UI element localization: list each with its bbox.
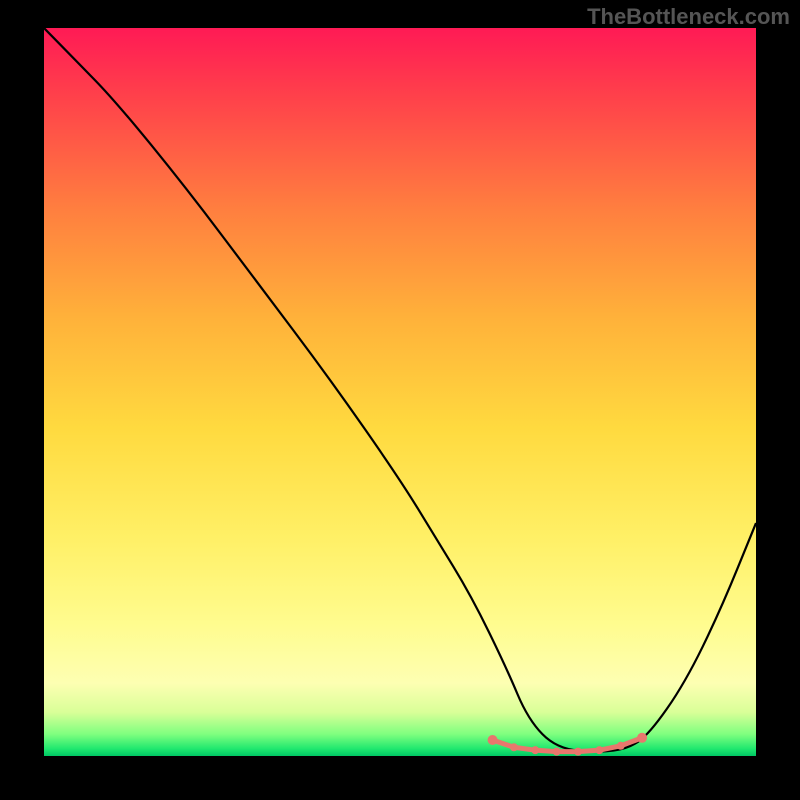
- valley-marker-dot: [574, 748, 582, 756]
- valley-marker-dot: [488, 735, 498, 745]
- valley-marker-dot: [553, 748, 561, 756]
- valley-marker-dot: [531, 746, 539, 754]
- valley-marker-dot: [617, 742, 625, 750]
- valley-marker-dot: [637, 733, 647, 743]
- valley-marker-dot: [595, 746, 603, 754]
- bottleneck-curve-path: [44, 28, 756, 751]
- watermark-text: TheBottleneck.com: [587, 4, 790, 30]
- valley-marker-group: [488, 733, 648, 756]
- chart-svg: [44, 28, 756, 756]
- valley-marker-dot: [510, 743, 518, 751]
- chart-plot-area: [44, 28, 756, 756]
